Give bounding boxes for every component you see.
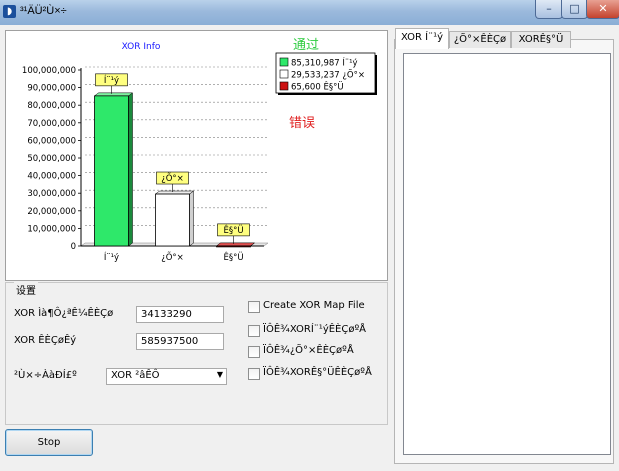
xor-chart-panel: XOR Info 通过 错误 0 10,000,000 20,000,000 30,0… xyxy=(5,30,388,281)
bar-2: ¿Õ°× ¿Õ°× xyxy=(154,171,195,263)
show-pass-sectors-checkbox[interactable] xyxy=(248,325,260,337)
bar-rect xyxy=(94,95,129,247)
tab-xor-pass[interactable]: XOR Í¨¹ý xyxy=(395,28,449,49)
legend-swatch xyxy=(279,57,289,67)
window-title: ³¹ÄÜ²Ù×÷ xyxy=(20,5,67,17)
y-tick-label: 20,000,000 xyxy=(27,207,76,217)
tab-blank-sectors[interactable]: ¿Õ°×ÊÈÇø xyxy=(449,31,511,48)
show-pass-sectors-label: ÏÔÊ¾XORÍ¨¹ýÊÈÇøºÅ xyxy=(263,324,367,335)
operation-type-value: XOR ²âÊÔ xyxy=(111,370,160,381)
sector-count-input[interactable] xyxy=(136,333,224,350)
bar-3: Ê§°Ü Ê§°Ü xyxy=(215,223,256,263)
close-icon: ✕ xyxy=(598,2,608,15)
title-bar: ◗ ³¹ÄÜ²Ù×÷ – □ ✕ xyxy=(0,0,619,26)
bar-rect xyxy=(216,245,251,248)
fail-annotation: 错误 xyxy=(289,116,315,131)
show-blank-sectors-label: ÏÔÊ¾¿Õ°×ÊÈÇøºÅ xyxy=(263,345,354,356)
show-fail-sectors-checkbox[interactable] xyxy=(248,368,260,380)
create-map-label: Create XOR Map File xyxy=(263,300,365,311)
x-tick-label: Í¨¹ý xyxy=(104,251,119,263)
minimize-button[interactable]: – xyxy=(535,0,563,19)
x-tick-label: Ê§°Ü xyxy=(223,251,243,263)
legend-entry: 65,600 Ê§°Ü xyxy=(291,81,344,93)
y-tick-label: 50,000,000 xyxy=(27,154,76,164)
chart-title: XOR Info xyxy=(122,42,161,52)
minimize-icon: – xyxy=(546,2,552,15)
value-label: Ê§°Ü xyxy=(223,224,243,236)
bar-1: Í¨¹ý Í¨¹ý xyxy=(93,73,134,263)
close-button[interactable]: ✕ xyxy=(586,0,619,19)
show-fail-sectors-label: ÏÔÊ¾XORÊ§°ÜÊÈÇøºÅ xyxy=(263,367,372,378)
y-tick-label: 40,000,000 xyxy=(27,172,76,182)
xor-bar-chart: XOR Info 通过 错误 0 10,000,000 20,000,000 30,0… xyxy=(22,38,377,263)
bar-rect xyxy=(155,193,190,247)
stop-button[interactable]: Stop xyxy=(5,429,93,456)
start-sector-input[interactable] xyxy=(136,306,224,323)
app-icon: ◗ xyxy=(3,5,16,18)
value-label: Í¨¹ý xyxy=(104,74,119,86)
value-label: ¿Õ°× xyxy=(161,172,184,184)
sector-listbox[interactable] xyxy=(403,53,611,455)
maximize-icon: □ xyxy=(569,2,580,15)
bar-side xyxy=(189,190,194,247)
sector-count-label: XOR ÊÈÇøÊý xyxy=(14,335,77,346)
bar-top xyxy=(93,92,134,97)
y-tick-label: 100,000,000 xyxy=(22,66,76,76)
settings-group: 设置 XOR Ìà¶Ô¿ªÊ¼ÊÈÇø XOR ÊÈÇøÊý ²Ù×÷ÀàÐÍ£… xyxy=(5,282,388,425)
y-tick-label: 90,000,000 xyxy=(27,84,76,94)
pass-annotation: 通过 xyxy=(293,38,319,53)
y-tick-label: 70,000,000 xyxy=(27,119,76,129)
maximize-button[interactable]: □ xyxy=(561,0,588,19)
y-tick-label: 10,000,000 xyxy=(27,224,76,234)
chart-legend: 85,310,987 Í¨¹ý29,533,237 ¿Õ°×65,600 Ê§°… xyxy=(275,52,377,95)
y-tick-label: 60,000,000 xyxy=(27,136,76,146)
start-sector-label: XOR Ìà¶Ô¿ªÊ¼ÊÈÇø xyxy=(14,308,114,319)
legend-swatch xyxy=(279,69,289,79)
x-tick-label: ¿Õ°× xyxy=(161,251,184,263)
bar-top xyxy=(154,190,195,195)
bar-side xyxy=(128,92,133,247)
chevron-down-icon: ▼ xyxy=(216,370,223,379)
y-tick-label: 0 xyxy=(71,242,76,252)
y-tick-label: 30,000,000 xyxy=(27,189,76,199)
operation-type-select[interactable]: XOR ²âÊÔ ▼ xyxy=(106,368,227,385)
settings-group-label: 设置 xyxy=(14,282,38,297)
tab-xor-fail[interactable]: XORÊ§°Ü xyxy=(511,31,571,48)
y-tick-label: 80,000,000 xyxy=(27,101,76,111)
operation-type-label: ²Ù×÷ÀàÐÍ£º xyxy=(14,370,77,381)
legend-swatch xyxy=(279,81,289,91)
bar-top xyxy=(215,242,256,247)
legend-entry: 29,533,237 ¿Õ°× xyxy=(291,69,365,81)
create-map-checkbox[interactable] xyxy=(248,301,260,313)
legend-entry: 85,310,987 Í¨¹ý xyxy=(291,57,358,69)
main-content: XOR Info 通过 错误 0 10,000,000 20,000,000 30,0… xyxy=(0,25,619,471)
show-blank-sectors-checkbox[interactable] xyxy=(248,346,260,358)
